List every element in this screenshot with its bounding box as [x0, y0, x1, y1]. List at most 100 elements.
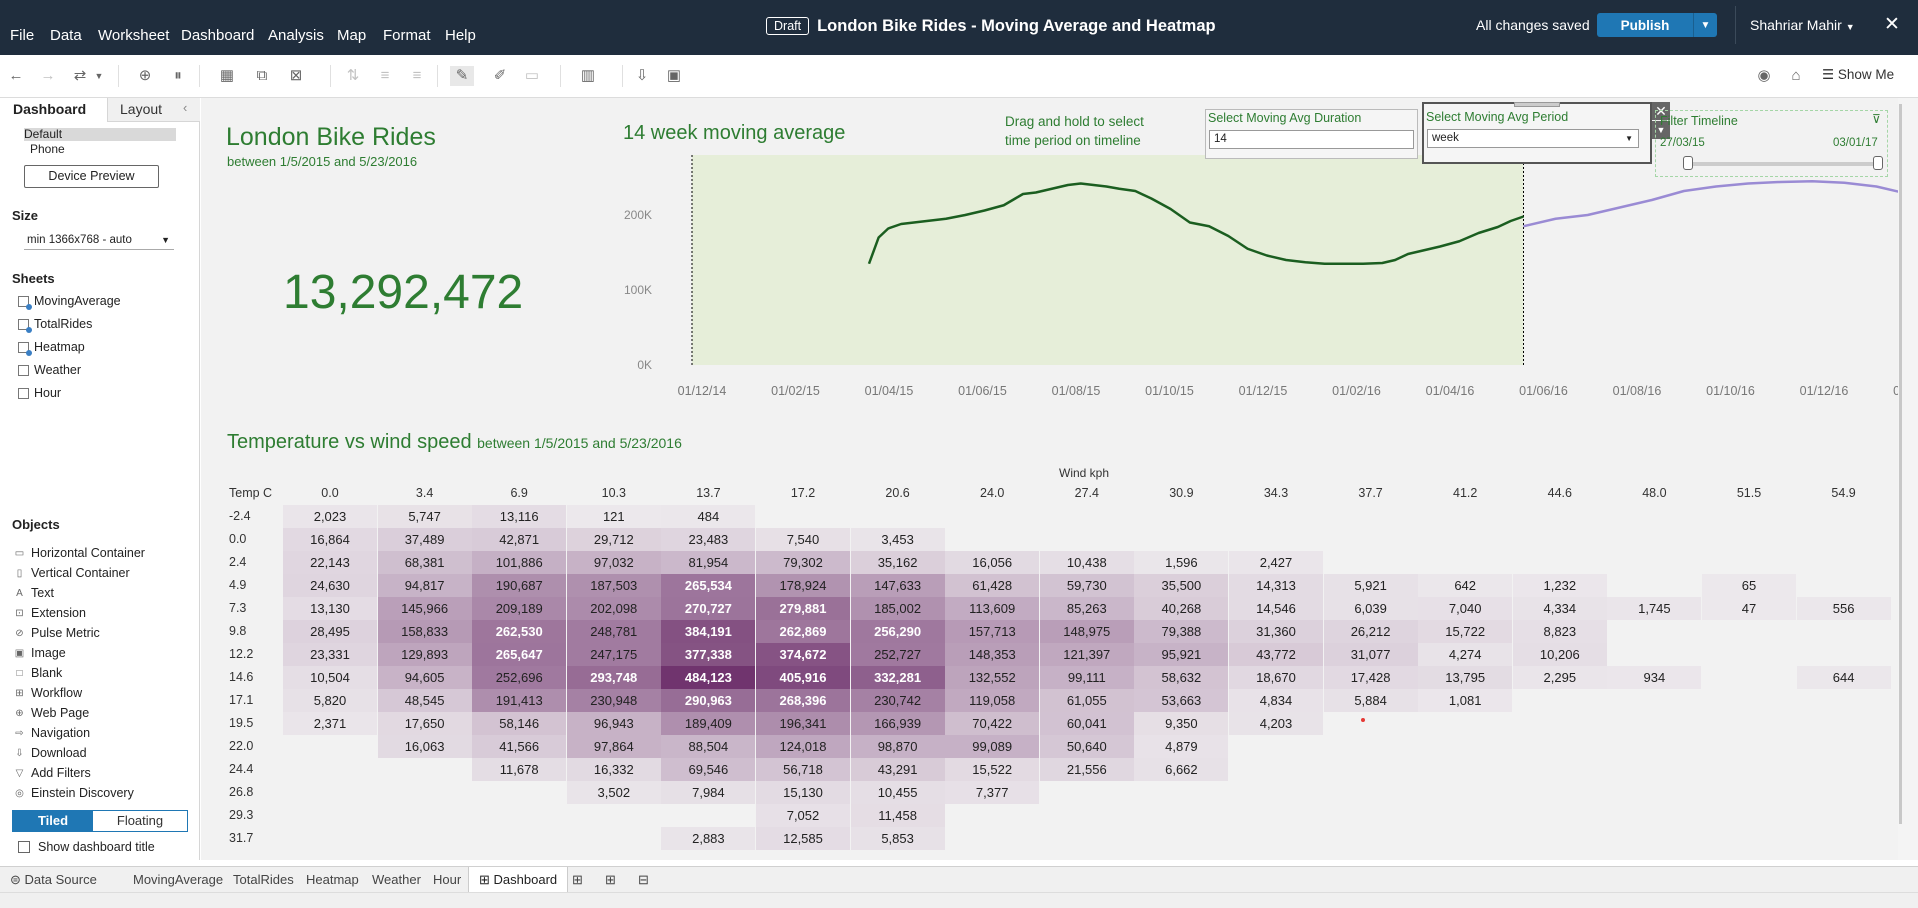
heatmap-cell[interactable]: 2,371 — [283, 712, 377, 735]
heatmap-cell[interactable]: 70,422 — [945, 712, 1040, 735]
heatmap-cell[interactable]: 209,189 — [472, 597, 567, 620]
filter-start-date[interactable]: 27/03/15 — [1660, 137, 1705, 149]
heatmap-cell[interactable]: 23,331 — [283, 643, 377, 666]
heatmap-cell[interactable]: 60,041 — [1039, 712, 1134, 735]
undo-icon[interactable]: ← — [4, 66, 28, 86]
heatmap-cell[interactable]: 13,116 — [472, 505, 567, 528]
heatmap-cell[interactable]: 124,018 — [756, 735, 850, 758]
heatmap-cell[interactable]: 1,232 — [1512, 574, 1607, 597]
heatmap-cell[interactable]: 7,377 — [945, 781, 1040, 804]
heatmap-cell[interactable]: 148,353 — [945, 643, 1040, 666]
paintbrush-icon[interactable]: ⌂ — [1784, 66, 1808, 86]
heatmap-cell[interactable]: 484 — [661, 505, 756, 528]
heatmap-cell[interactable]: 4,879 — [1134, 735, 1229, 758]
heatmap-cell[interactable]: 252,696 — [472, 666, 567, 689]
heatmap-cell[interactable]: 99,111 — [1039, 666, 1134, 689]
sheet-item[interactable]: TotalRides — [18, 317, 92, 333]
heatmap-cell[interactable]: 15,130 — [756, 781, 850, 804]
heatmap-cell[interactable]: 2,427 — [1229, 551, 1323, 574]
heatmap-cell[interactable]: 37,489 — [377, 528, 472, 551]
heatmap-cell[interactable]: 15,522 — [945, 758, 1040, 781]
heatmap-cell[interactable]: 13,130 — [283, 597, 377, 620]
heatmap-cell[interactable]: 178,924 — [756, 574, 850, 597]
heatmap-cell[interactable]: 10,455 — [850, 781, 945, 804]
heatmap-cell[interactable]: 293,748 — [566, 666, 661, 689]
heatmap-cell[interactable]: 2,295 — [1512, 666, 1607, 689]
heatmap-cell[interactable]: 187,503 — [566, 574, 661, 597]
heatmap-cell[interactable]: 1,081 — [1418, 689, 1513, 712]
heatmap-cell[interactable]: 10,504 — [283, 666, 377, 689]
period-select[interactable]: week ▼ — [1427, 129, 1639, 148]
heatmap-cell[interactable]: 85,263 — [1039, 597, 1134, 620]
heatmap-cell[interactable]: 12,585 — [756, 827, 850, 850]
total-rides-value[interactable]: 13,292,472 — [283, 265, 523, 320]
heatmap-cell[interactable]: 644 — [1796, 666, 1891, 689]
heatmap-cell[interactable]: 7,540 — [756, 528, 850, 551]
labels-icon[interactable]: ✐ — [488, 66, 512, 86]
heatmap-cell[interactable]: 43,291 — [850, 758, 945, 781]
device-default[interactable]: Default — [24, 128, 176, 141]
tab-sheet[interactable]: TotalRides — [233, 872, 294, 887]
object-item[interactable]: ⊞ Workflow — [14, 686, 82, 700]
heatmap-cell[interactable]: 10,438 — [1039, 551, 1134, 574]
chevron-down-icon[interactable]: ▼ — [92, 66, 106, 86]
heatmap-cell[interactable]: 5,884 — [1323, 689, 1418, 712]
heatmap-cell[interactable]: 113,609 — [945, 597, 1040, 620]
menu-map[interactable]: Map — [337, 27, 366, 44]
new-worksheet-icon[interactable]: ⊞ — [572, 872, 583, 888]
heatmap-cell[interactable]: 2,883 — [661, 827, 756, 850]
duration-input[interactable]: 14 — [1209, 130, 1414, 149]
object-item[interactable]: ▭ Horizontal Container — [14, 546, 145, 560]
heatmap-cell[interactable]: 265,647 — [472, 643, 567, 666]
heatmap-cell[interactable]: 16,063 — [377, 735, 472, 758]
heatmap-cell[interactable]: 28,495 — [283, 620, 377, 643]
object-item[interactable]: ▯ Vertical Container — [14, 566, 130, 580]
heatmap-cell[interactable]: 81,954 — [661, 551, 756, 574]
heatmap-cell[interactable]: 129,893 — [377, 643, 472, 666]
object-item[interactable]: ⇨ Navigation — [14, 726, 90, 740]
tab-sheet[interactable]: Heatmap — [306, 872, 359, 887]
sheet-label[interactable]: Heatmap — [34, 340, 85, 354]
heatmap-cell[interactable]: 230,948 — [566, 689, 661, 712]
close-icon[interactable]: ✕ — [1884, 13, 1900, 36]
heatmap-cell[interactable]: 1,745 — [1607, 597, 1702, 620]
show-me-button[interactable]: ☰ Show Me — [1822, 67, 1894, 83]
redo-icon[interactable]: → — [36, 66, 60, 86]
heatmap-cell[interactable]: 99,089 — [945, 735, 1040, 758]
object-label[interactable]: Image — [31, 646, 66, 660]
new-sheet-icon[interactable]: ▦ — [215, 66, 239, 86]
heatmap-cell[interactable]: 247,175 — [566, 643, 661, 666]
new-story-icon[interactable]: ⊟ — [638, 872, 649, 888]
heatmap-cell[interactable]: 88,504 — [661, 735, 756, 758]
heatmap-cell[interactable]: 145,966 — [377, 597, 472, 620]
publish-dropdown-icon[interactable]: ▼ — [1693, 13, 1717, 37]
heatmap-cell[interactable]: 132,552 — [945, 666, 1040, 689]
tab-sheet[interactable]: MovingAverage — [133, 872, 223, 887]
heatmap-cell[interactable]: 196,341 — [756, 712, 850, 735]
device-phone[interactable]: Phone — [30, 142, 65, 156]
heatmap-cell[interactable]: 121,397 — [1039, 643, 1134, 666]
chevron-down-icon[interactable]: ▼ — [1625, 130, 1633, 147]
chevron-down-icon[interactable]: ▼ — [1846, 22, 1855, 32]
chart-type-icon[interactable]: ▥ — [576, 66, 600, 86]
publish-button[interactable]: Publish ▼ — [1597, 13, 1717, 37]
heatmap-cell[interactable]: 35,162 — [850, 551, 945, 574]
heatmap-cell[interactable]: 94,817 — [377, 574, 472, 597]
sort-asc-icon[interactable]: ≡ — [373, 66, 397, 86]
new-dashboard-icon[interactable]: ⊞ — [605, 872, 616, 888]
heatmap-cell[interactable]: 290,963 — [661, 689, 756, 712]
heatmap-cell[interactable]: 7,052 — [756, 804, 850, 827]
heatmap-cell[interactable]: 22,143 — [283, 551, 377, 574]
heatmap-cell[interactable]: 11,458 — [850, 804, 945, 827]
heatmap-cell[interactable]: 9,350 — [1134, 712, 1229, 735]
heatmap-cell[interactable]: 17,428 — [1323, 666, 1418, 689]
object-item[interactable]: A Text — [14, 586, 54, 600]
clear-icon[interactable]: ⊠ — [284, 66, 308, 86]
heatmap-cell[interactable]: 8,823 — [1512, 620, 1607, 643]
heatmap-cell[interactable]: 252,727 — [850, 643, 945, 666]
object-item[interactable]: ⊡ Extension — [14, 606, 86, 620]
heatmap-cell[interactable]: 166,939 — [850, 712, 945, 735]
heatmap-cell[interactable]: 24,630 — [283, 574, 377, 597]
heatmap-cell[interactable]: 79,302 — [756, 551, 850, 574]
heatmap-cell[interactable]: 6,662 — [1134, 758, 1229, 781]
